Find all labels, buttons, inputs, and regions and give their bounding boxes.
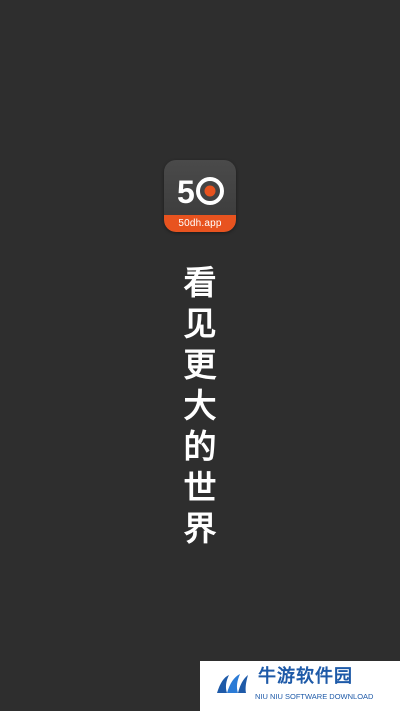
slogan-char: 大 (183, 386, 217, 425)
slogan-char: 见 (183, 304, 217, 343)
watermark-subtitle: NIU NIU SOFTWARE DOWNLOAD (255, 692, 374, 701)
slogan-char: 看 (183, 263, 217, 302)
app-url-label: 50dh.app (164, 215, 236, 232)
watermark-title: 牛游软件园 (258, 666, 353, 687)
app-icon: 5 50dh.app (164, 160, 236, 232)
slogan-char: 更 (183, 345, 217, 384)
app-logo: 5 (164, 170, 236, 212)
logo-50-icon: 5 (177, 174, 224, 210)
niuyou-logo-icon (217, 674, 248, 693)
slogan-char: 的 (183, 427, 217, 466)
svg-text:5: 5 (177, 174, 195, 210)
slogan-char: 世 (183, 468, 217, 507)
watermark-badge: 牛游软件园 NIU NIU SOFTWARE DOWNLOAD (200, 661, 400, 711)
slogan: 看 见 更 大 的 世 界 (170, 262, 230, 549)
splash-screen: 5 50dh.app 看 见 更 大 的 世 界 (0, 0, 400, 711)
slogan-char: 界 (183, 509, 217, 548)
